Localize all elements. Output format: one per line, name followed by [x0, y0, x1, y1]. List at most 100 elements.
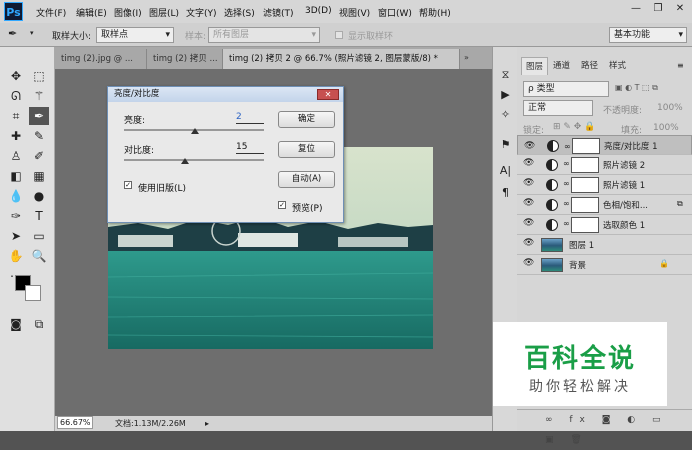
tab-doc-2[interactable]: timg (2) 拷贝 ...: [147, 49, 223, 69]
marquee-tool-icon[interactable]: ⬚: [29, 67, 49, 85]
contrast-slider[interactable]: [124, 159, 264, 161]
dialog-close-button[interactable]: ✕: [317, 89, 339, 100]
sample-select[interactable]: 所有图层 ▾: [208, 27, 320, 43]
eye-icon[interactable]: 👁: [523, 218, 534, 228]
tab-overflow-icon[interactable]: »: [464, 53, 469, 62]
menu-layer[interactable]: 图层(L): [149, 6, 179, 19]
eye-icon[interactable]: 👁: [523, 198, 534, 208]
shape-tool-icon[interactable]: ▭: [29, 227, 49, 245]
menu-3d[interactable]: 3D(D): [305, 6, 332, 16]
navigator-panel-icon[interactable]: ✧: [497, 107, 514, 123]
opacity-value[interactable]: 100%: [657, 103, 683, 113]
menu-filter[interactable]: 滤镜(T): [263, 6, 294, 19]
menu-window[interactable]: 窗口(W): [378, 6, 412, 19]
layer-row[interactable]: 👁 ∞ 色相/饱和... ⧉: [517, 195, 692, 215]
clone-stamp-icon[interactable]: ♙: [6, 147, 26, 165]
sample-size-select[interactable]: 取样点 ▾: [96, 27, 174, 43]
legacy-label: 使用旧版(L): [138, 184, 187, 194]
eye-icon[interactable]: 👁: [523, 178, 534, 188]
actions-panel-icon[interactable]: ▶: [497, 87, 514, 103]
status-menu-icon[interactable]: ▸: [205, 416, 209, 431]
restore-icon[interactable]: ❐: [649, 3, 667, 19]
eye-icon[interactable]: 👁: [523, 158, 534, 168]
panel-menu-icon[interactable]: ≡: [677, 61, 684, 70]
workspace-select[interactable]: 基本功能 ▾: [609, 27, 687, 43]
pen-tool-icon[interactable]: ✑: [6, 207, 26, 225]
layer-mask[interactable]: [571, 177, 599, 193]
filter-icons[interactable]: ▣ ◐ T ⬚ ⧉: [615, 83, 658, 93]
menu-type[interactable]: 文字(Y): [186, 6, 217, 19]
fill-value[interactable]: 100%: [653, 123, 679, 133]
ok-button[interactable]: 确定: [278, 111, 335, 128]
legacy-checkbox[interactable]: ✓: [124, 181, 132, 189]
eyedropper-tool-icon[interactable]: ✒: [29, 107, 49, 125]
eye-icon[interactable]: 👁: [524, 139, 535, 153]
brightness-slider-thumb[interactable]: [190, 128, 199, 134]
preview-checkbox[interactable]: ✓: [278, 201, 286, 209]
link-icon: ∞: [564, 142, 571, 151]
info-panel-icon[interactable]: ⚑: [497, 137, 514, 153]
hand-tool-icon[interactable]: ✋: [6, 247, 26, 265]
contrast-slider-thumb[interactable]: [180, 158, 189, 164]
paragraph-panel-icon[interactable]: ¶: [497, 185, 514, 201]
layer-kind-filter[interactable]: ρ 类型: [523, 81, 609, 97]
healing-brush-icon[interactable]: ✚: [6, 127, 26, 145]
layer-row[interactable]: 👁 ∞ 亮度/对比度 1: [517, 135, 692, 155]
menu-select[interactable]: 选择(S): [224, 6, 255, 19]
layers-footer-icons[interactable]: ∞ fx ◙ ◐ ▭ ▣ 🗑: [517, 409, 692, 445]
brightness-input[interactable]: 2: [236, 111, 264, 124]
eraser-tool-icon[interactable]: ◧: [6, 167, 26, 185]
screen-mode-icon[interactable]: ⧉: [29, 315, 49, 333]
lasso-tool-icon[interactable]: ᘏ: [6, 87, 26, 105]
tab-doc-1[interactable]: timg (2).jpg @ ...: [55, 49, 147, 69]
history-brush-icon[interactable]: ✐: [29, 147, 49, 165]
history-panel-icon[interactable]: ⧖: [497, 67, 514, 83]
tab-paths[interactable]: 路径: [577, 57, 602, 75]
zoom-field[interactable]: 66.67%: [57, 416, 93, 429]
eye-icon[interactable]: 👁: [523, 238, 534, 248]
layer-mask[interactable]: [571, 197, 599, 213]
auto-button[interactable]: 自动(A): [278, 171, 335, 188]
tab-layers[interactable]: 图层: [521, 57, 549, 75]
blur-tool-icon[interactable]: 💧: [6, 187, 26, 205]
layer-mask[interactable]: [571, 217, 599, 233]
tab-channels[interactable]: 通道: [549, 57, 574, 75]
move-tool-icon[interactable]: ✥: [6, 67, 26, 85]
chevron-down-icon[interactable]: ▾: [30, 29, 34, 37]
close-icon[interactable]: ✕: [671, 3, 689, 19]
magic-wand-icon[interactable]: ⚚: [29, 87, 49, 105]
blend-mode-select[interactable]: 正常: [523, 100, 593, 116]
type-tool-icon[interactable]: T: [29, 207, 49, 225]
layer-row[interactable]: 👁 图层 1: [517, 235, 692, 255]
brush-tool-icon[interactable]: ✎: [29, 127, 49, 145]
layer-row[interactable]: 👁 背景 🔒: [517, 255, 692, 275]
character-panel-icon[interactable]: A|: [497, 163, 514, 179]
menu-help[interactable]: 帮助(H): [419, 6, 451, 19]
layer-row[interactable]: 👁 ∞ 选取颜色 1: [517, 215, 692, 235]
dodge-tool-icon[interactable]: ●: [29, 187, 49, 205]
clipping-icon: ⧉: [677, 199, 683, 208]
background-color-swatch[interactable]: [25, 285, 41, 301]
menu-view[interactable]: 视图(V): [339, 6, 370, 19]
menu-image[interactable]: 图像(I): [114, 6, 142, 19]
minimize-icon[interactable]: —: [627, 3, 645, 19]
contrast-input[interactable]: 15: [236, 141, 264, 154]
layer-row[interactable]: 👁 ∞ 照片滤镜 1: [517, 175, 692, 195]
reset-button[interactable]: 复位: [278, 141, 335, 158]
layer-mask[interactable]: [571, 157, 599, 173]
show-ring-checkbox[interactable]: [335, 31, 343, 39]
gradient-tool-icon[interactable]: ▦: [29, 167, 49, 185]
path-selection-icon[interactable]: ➤: [6, 227, 26, 245]
lock-icons[interactable]: ⊞ ✎ ✥ 🔒: [553, 122, 595, 132]
eyedropper-icon[interactable]: ✒: [8, 27, 17, 40]
tab-styles[interactable]: 样式: [605, 57, 630, 75]
zoom-tool-icon[interactable]: 🔍: [29, 247, 49, 265]
crop-tool-icon[interactable]: ⌗: [6, 107, 26, 125]
layer-mask[interactable]: [572, 138, 600, 154]
quick-mask-icon[interactable]: ◙: [6, 315, 26, 333]
eye-icon[interactable]: 👁: [523, 258, 534, 268]
tab-doc-3[interactable]: timg (2) 拷贝 2 @ 66.7% (照片滤镜 2, 图层蒙版/8) *: [223, 49, 460, 69]
menu-edit[interactable]: 编辑(E): [76, 6, 107, 19]
layer-row[interactable]: 👁 ∞ 照片滤镜 2: [517, 155, 692, 175]
menu-file[interactable]: 文件(F): [36, 6, 66, 19]
